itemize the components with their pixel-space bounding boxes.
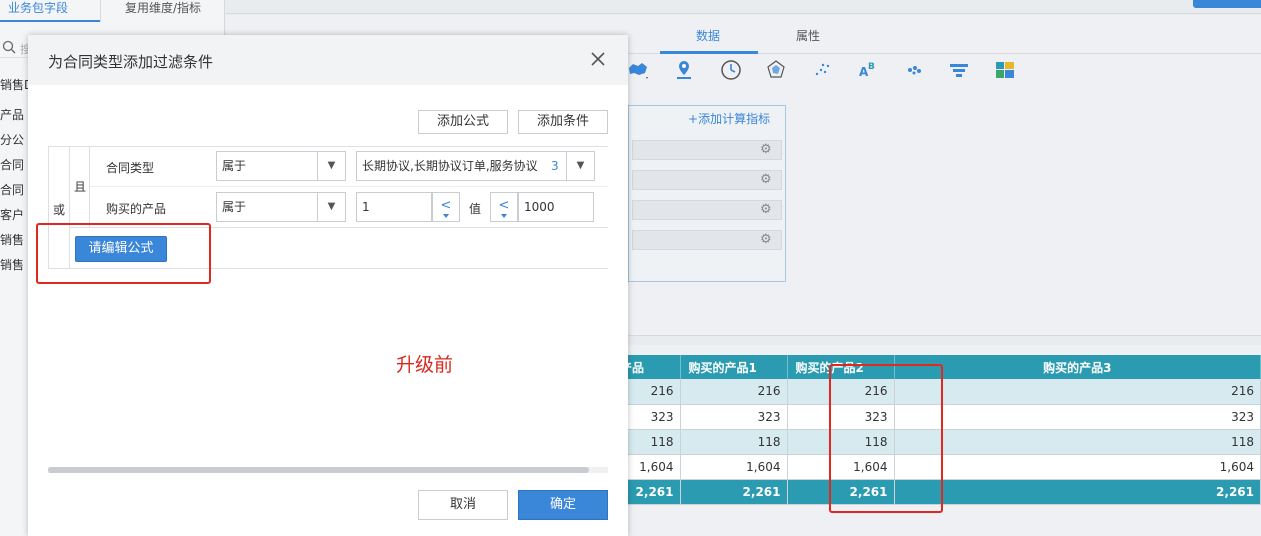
- scrollbar-thumb[interactable]: [48, 467, 589, 473]
- chevron-down-icon: ▼: [317, 152, 345, 180]
- operator-select[interactable]: 属于 ▼: [216, 192, 346, 222]
- field-item[interactable]: 销售: [0, 231, 24, 248]
- tab-properties[interactable]: 属性: [796, 27, 820, 44]
- column-header[interactable]: 购买的产品3: [894, 355, 1261, 379]
- gear-icon[interactable]: ⚙: [760, 203, 774, 217]
- table-cell: 1,604: [894, 454, 1261, 480]
- radar-icon[interactable]: [764, 58, 788, 82]
- highlight-box-column: [829, 364, 943, 513]
- field-item[interactable]: 分公: [0, 131, 24, 148]
- table-cell: 118: [894, 429, 1261, 455]
- metrics-panel: [628, 105, 786, 282]
- add-metric-link[interactable]: +添加计算指标: [688, 110, 770, 127]
- funnel-icon[interactable]: [947, 58, 971, 82]
- field-item[interactable]: 销售: [0, 256, 24, 273]
- dialog-title: 为合同类型添加过滤条件: [48, 53, 214, 71]
- row-divider: [90, 186, 608, 187]
- field-item[interactable]: 产品: [0, 106, 24, 123]
- field-item[interactable]: 客户: [0, 206, 24, 223]
- gear-icon[interactable]: ⚙: [760, 233, 774, 247]
- table-cell: 118: [680, 429, 788, 455]
- add-metric-label: 添加计算指标: [698, 112, 771, 126]
- tab-business-fields[interactable]: 业务包字段: [0, 0, 100, 22]
- condition-field-label: 合同类型: [106, 161, 155, 175]
- table-cell: 323: [680, 404, 788, 430]
- svg-text:B: B: [868, 62, 875, 72]
- value-label: 值: [469, 202, 482, 216]
- max-value-input[interactable]: 1000: [518, 192, 594, 222]
- map-pin-icon[interactable]: [673, 58, 697, 82]
- selected-values: 长期协议,长期协议订单,服务协议: [362, 159, 538, 173]
- add-condition-button[interactable]: 添加条件: [518, 110, 608, 134]
- chevron-down-icon: ▼: [566, 152, 594, 180]
- gear-icon[interactable]: ⚙: [760, 173, 774, 187]
- scatter-icon[interactable]: [811, 58, 835, 82]
- map-filled-icon[interactable]: [626, 58, 650, 82]
- total-cell: 2,261: [894, 479, 1261, 505]
- add-formula-button[interactable]: 添加公式: [418, 110, 508, 134]
- active-tab-indicator: [660, 51, 758, 54]
- search-icon: [2, 40, 16, 54]
- value-multiselect[interactable]: 长期协议,长期协议订单,服务协议 3 ▼: [356, 151, 595, 181]
- cancel-button[interactable]: 取消: [418, 490, 508, 520]
- top-action-button[interactable]: [1193, 0, 1261, 8]
- highlight-box-formula: [36, 223, 211, 284]
- clock-gauge-icon[interactable]: [719, 58, 743, 82]
- caret-down-icon: [501, 214, 507, 218]
- operator-select[interactable]: 属于 ▼: [216, 151, 346, 181]
- word-cloud-icon[interactable]: AB: [856, 58, 880, 82]
- table-cell: 216: [894, 379, 1261, 405]
- total-cell: 2,261: [680, 479, 788, 505]
- chevron-down-icon: ▼: [317, 193, 345, 221]
- tab-data[interactable]: 数据: [696, 27, 720, 44]
- close-icon[interactable]: [588, 49, 608, 69]
- confirm-button[interactable]: 确定: [518, 490, 608, 520]
- min-comparator-select[interactable]: <: [432, 192, 460, 222]
- column-header[interactable]: 购买的产品1: [680, 355, 788, 379]
- table-cell: 216: [680, 379, 788, 405]
- selected-count-badge: 3: [551, 159, 559, 173]
- caret-down-icon: [443, 214, 449, 218]
- field-item[interactable]: 合同: [0, 181, 24, 198]
- operator-value: 属于: [222, 200, 247, 214]
- condition-field-label: 购买的产品: [106, 202, 167, 216]
- field-item[interactable]: 合同: [0, 156, 24, 173]
- table-cell: 323: [894, 404, 1261, 430]
- max-comparator-select[interactable]: <: [490, 192, 518, 222]
- table-cell: 1,604: [680, 454, 788, 480]
- gear-icon[interactable]: ⚙: [760, 143, 774, 157]
- or-label[interactable]: 或: [53, 201, 65, 218]
- and-label[interactable]: 且: [74, 178, 86, 195]
- tab-reuse-dimensions[interactable]: 复用维度/指标: [100, 0, 225, 22]
- operator-value: 属于: [222, 159, 247, 173]
- chart-type-toolbar: AB: [626, 58, 1261, 88]
- min-value-input[interactable]: 1: [356, 192, 432, 222]
- dot-map-icon[interactable]: [902, 58, 926, 82]
- top-strip: [226, 0, 1261, 14]
- heatmap-icon[interactable]: [993, 58, 1017, 82]
- annotation-text: 升级前: [396, 354, 454, 376]
- filter-dialog: 为合同类型添加过滤条件 添加公式 添加条件 或 且 合同类型 属于 ▼ 长期协议…: [28, 35, 628, 536]
- plus-icon: +: [688, 112, 699, 126]
